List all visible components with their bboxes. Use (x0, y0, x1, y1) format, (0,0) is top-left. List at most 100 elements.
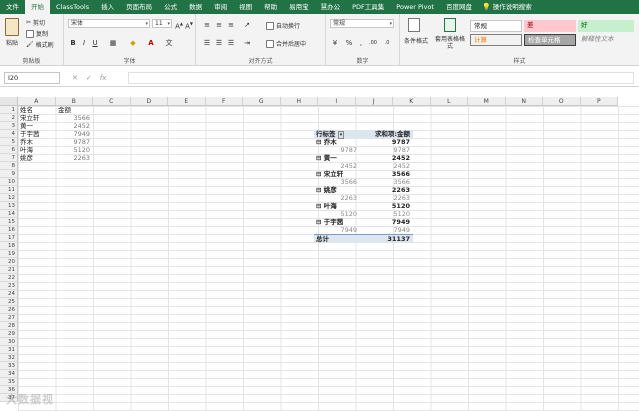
pivot-detail-label[interactable]: 3566 (314, 178, 360, 186)
pivot-row-labels-header[interactable]: 行标签 ▾ (314, 130, 360, 139)
row-header[interactable]: 11 (0, 186, 18, 194)
pivot-sum-header[interactable]: 求和项:金额 (360, 130, 413, 138)
style-normal[interactable]: 常规 (470, 20, 522, 32)
collapse-icon[interactable]: ⊟ (316, 170, 321, 178)
row-header[interactable]: 26 (0, 306, 18, 314)
column-header[interactable]: N (505, 97, 543, 106)
pivot-group-label[interactable]: ⊟ 宋立轩 (314, 170, 360, 178)
formula-input[interactable] (128, 72, 634, 84)
pivot-detail-label[interactable]: 9787 (314, 146, 360, 154)
merge-center-button[interactable]: 合并后居中 (266, 39, 306, 48)
column-header[interactable]: C (93, 97, 131, 106)
tab-formulas[interactable]: 公式 (158, 0, 183, 14)
cancel-icon[interactable]: ✕ (72, 74, 78, 82)
row-header[interactable]: 3 (0, 122, 18, 130)
style-good[interactable]: 好 (578, 20, 634, 32)
paste-button[interactable]: 粘贴 (6, 38, 18, 47)
align-middle-icon[interactable]: ≡ (214, 20, 224, 30)
row-header[interactable]: 2 (0, 114, 18, 122)
fill-color-icon[interactable]: ◆ (128, 38, 138, 48)
grow-font-button[interactable]: A▲ (174, 19, 184, 30)
row-header[interactable]: 21 (0, 266, 18, 274)
row-header[interactable]: 7 (0, 154, 18, 162)
indent-icon[interactable]: ⇥ (242, 38, 252, 48)
tab-pdf-tools[interactable]: PDF工具集 (346, 0, 390, 14)
tab-page-layout[interactable]: 页面布局 (120, 0, 158, 14)
conditional-format-button[interactable]: 条件格式 (404, 36, 428, 45)
row-header[interactable]: 32 (0, 354, 18, 362)
source-name[interactable]: 宋立轩 (18, 114, 55, 122)
column-header[interactable]: K (393, 97, 431, 106)
style-calculation[interactable]: 计算 (470, 34, 522, 46)
italic-button[interactable]: I (79, 38, 89, 48)
pivot-group-label[interactable]: ⊟ 姚彦 (314, 186, 360, 194)
number-format-select[interactable]: 常规 ▾ (330, 19, 394, 28)
underline-button[interactable]: U (90, 38, 100, 48)
percent-icon[interactable]: % (344, 38, 354, 48)
align-left-icon[interactable]: ☰ (202, 38, 212, 48)
column-header[interactable]: M (468, 97, 506, 106)
row-header[interactable]: 29 (0, 330, 18, 338)
pivot-total-value[interactable]: 31137 (360, 234, 413, 243)
column-header[interactable]: L (430, 97, 468, 106)
row-header[interactable]: 6 (0, 146, 18, 154)
tab-baidu-netdisk[interactable]: 百度网盘 (440, 0, 478, 14)
cell-a1[interactable]: 姓名 (18, 106, 55, 114)
pivot-detail-label[interactable]: 2263 (314, 194, 360, 202)
pivot-group-label[interactable]: ⊟ 乔木 (314, 138, 360, 146)
column-header[interactable]: I (318, 97, 356, 106)
row-header[interactable]: 25 (0, 298, 18, 306)
row-header[interactable]: 30 (0, 338, 18, 346)
align-center-icon[interactable]: ☰ (214, 38, 224, 48)
pivot-group-label[interactable]: ⊟ 叶海 (314, 202, 360, 210)
align-top-icon[interactable]: ≡ (202, 20, 212, 30)
tab-power-pivot[interactable]: Power Pivot (390, 0, 440, 14)
select-all-corner[interactable] (0, 97, 18, 106)
tab-view[interactable]: 视图 (233, 0, 258, 14)
pivot-detail-label[interactable]: 5120 (314, 210, 360, 218)
enter-icon[interactable]: ✓ (86, 74, 92, 82)
source-amount[interactable]: 7949 (56, 130, 93, 138)
comma-icon[interactable]: , (356, 38, 366, 48)
column-header[interactable]: A (18, 97, 56, 106)
column-header[interactable]: J (355, 97, 393, 106)
row-header[interactable]: 20 (0, 258, 18, 266)
row-header[interactable]: 23 (0, 282, 18, 290)
format-painter-button[interactable]: 🖌 格式刷 (26, 40, 54, 49)
row-header[interactable]: 33 (0, 362, 18, 370)
tab-home[interactable]: 开始 (25, 0, 50, 14)
pivot-group-label[interactable]: ⊟ 于宇茜 (314, 218, 360, 226)
pivot-detail-sum[interactable]: 5120 (360, 210, 413, 218)
tab-file[interactable]: 文件 (0, 0, 25, 14)
cells-area[interactable]: 姓名 金额 宋立轩 3566 黄一 2452 于宇茜 7949 乔木 9787 … (18, 106, 639, 411)
source-amount[interactable]: 5120 (56, 146, 93, 154)
bold-button[interactable]: B (68, 38, 78, 48)
tab-help[interactable]: 帮助 (258, 0, 283, 14)
cell-b1[interactable]: 金额 (56, 106, 93, 114)
row-header[interactable]: 22 (0, 274, 18, 282)
pivot-detail-sum[interactable]: 7949 (360, 226, 413, 234)
source-name[interactable]: 于宇茜 (18, 130, 55, 138)
row-header[interactable]: 19 (0, 250, 18, 258)
row-header[interactable]: 27 (0, 314, 18, 322)
decrease-decimal-icon[interactable]: .0 (382, 38, 392, 48)
row-header[interactable]: 12 (0, 194, 18, 202)
name-box[interactable]: I20 (4, 72, 60, 84)
source-amount[interactable]: 2263 (56, 154, 93, 162)
collapse-icon[interactable]: ⊟ (316, 202, 321, 210)
column-header[interactable]: B (55, 97, 93, 106)
column-header[interactable]: E (168, 97, 206, 106)
row-header[interactable]: 10 (0, 178, 18, 186)
format-as-table-button[interactable]: 套用表格格式 (434, 36, 466, 50)
orientation-icon[interactable]: ↗ (242, 20, 252, 30)
row-header[interactable]: 28 (0, 322, 18, 330)
column-header[interactable]: D (130, 97, 168, 106)
copy-button[interactable]: 复制 (26, 29, 48, 38)
column-header[interactable]: P (580, 97, 618, 106)
row-header[interactable]: 24 (0, 290, 18, 298)
font-color-icon[interactable]: A (146, 38, 156, 48)
row-header[interactable]: 16 (0, 226, 18, 234)
pivot-detail-sum[interactable]: 3566 (360, 178, 413, 186)
style-explanatory[interactable]: 解释性文本 (578, 34, 634, 46)
column-header[interactable]: H (280, 97, 318, 106)
